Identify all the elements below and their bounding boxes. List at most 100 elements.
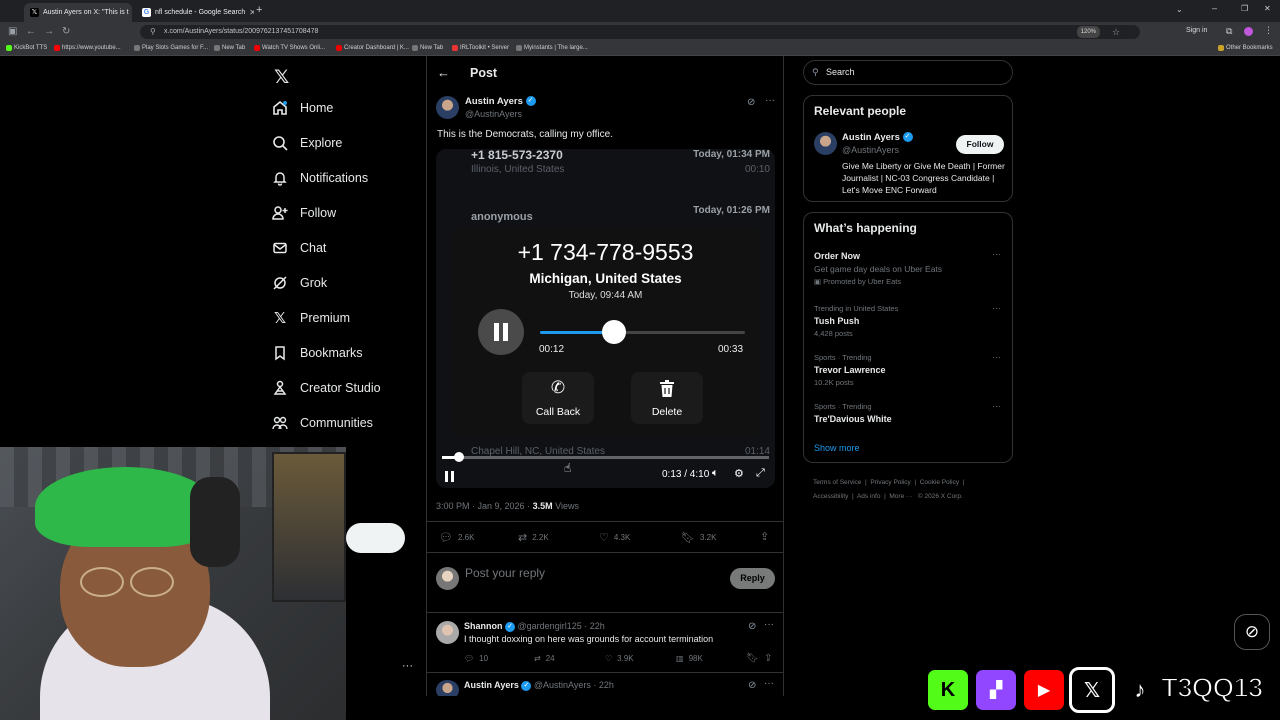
video-player[interactable]: +1 815-573-2370 Illinois, United States … [436,149,775,488]
close-tab-icon[interactable]: ✕ [249,8,254,17]
footer-link[interactable]: Privacy Policy [870,479,910,486]
repost-action[interactable]: ⇄ 2.2K [518,531,549,544]
bookmark-item[interactable]: https://www.youtube... [54,45,121,51]
nav-item-premium[interactable]: 𝕏 Premium [272,310,350,327]
like-action[interactable]: ♡ 4.3K [599,531,630,544]
nav-item-creator-studio[interactable]: Creator Studio [272,380,381,396]
bookmark-item[interactable]: Creator Dashboard | K... [336,45,409,51]
like-action[interactable]: ♡ 3.9K [605,654,634,663]
more-options-icon[interactable]: ··· [764,619,774,630]
share-icon[interactable]: ⇪ [760,530,769,543]
footer-link[interactable]: More ··· [889,493,912,500]
relevant-handle[interactable]: @AustinAyers [842,145,899,155]
close-window-icon[interactable]: ✕ [1264,4,1271,13]
search-input[interactable]: ⚲ Search [803,60,1013,85]
bookmark-item[interactable]: Play Slots Games for F... [134,45,208,51]
bookmark-item[interactable]: KickBot TTS [6,45,47,51]
post-timestamp[interactable]: 3:00 PM · Jan 9, 2026 · [436,501,530,511]
trend-item[interactable]: Sports · Trending Tre'Davious White [814,402,1004,424]
trend-item[interactable]: Sports · Trending Trevor Lawrence 10.2K … [814,353,1004,387]
show-more-link[interactable]: Show more [814,443,860,453]
nav-item-notifications[interactable]: Notifications [272,170,368,186]
reply-avatar[interactable] [436,621,459,644]
share-icon[interactable]: ⇪ [764,653,772,664]
back-icon[interactable]: ← [26,26,36,37]
pause-button[interactable] [478,309,524,355]
volume-icon[interactable]: 🔈︎ [712,467,719,480]
reply-author[interactable]: Austin Ayers [464,680,519,690]
reload-icon[interactable]: ↻ [62,26,70,37]
tab-search-icon[interactable]: ⌄ [1176,5,1183,14]
trend-item[interactable]: Trending in United States Tush Push 4,42… [814,304,1004,338]
footer-link[interactable]: Cookie Policy [920,479,959,486]
maximize-icon[interactable]: ❐ [1241,4,1248,13]
nav-item-bookmarks[interactable]: Bookmarks [272,345,363,361]
footer-link[interactable]: Ads info [857,493,881,500]
bookmark-item[interactable]: IRLToolkit • Server [452,45,509,51]
video-scrubber-knob[interactable] [454,452,464,462]
sign-in-button[interactable]: Sign in [1186,27,1207,34]
settings-gear-icon[interactable]: ⚙ [734,467,744,480]
reply-handle[interactable]: @AustinAyers · 22h [534,680,614,690]
back-arrow-icon[interactable]: ← [437,65,450,80]
user-avatar[interactable] [436,567,459,590]
reply-handle[interactable]: @gardengirl125 · 22h [518,621,605,631]
post-button[interactable] [346,523,405,553]
more-options-icon[interactable]: ··· [992,401,1001,411]
nav-item-home[interactable]: Home [272,100,333,116]
forward-icon[interactable]: → [44,26,54,37]
more-options-icon[interactable]: ··· [992,303,1001,313]
extensions-icon[interactable]: ⧉ [1226,26,1232,37]
address-bar[interactable]: ⚲ x.com/AustinAyers/status/2009762137451… [140,25,1140,39]
views-action[interactable]: ▥ 98K [676,654,703,663]
bookmark-item[interactable]: Watch TV Shows Onli... [254,45,325,51]
grok-icon[interactable]: ⊘ [747,97,755,108]
x-logo-icon[interactable]: 𝕏 [274,66,289,89]
grok-fab-icon[interactable]: ⊘ [1234,614,1270,650]
zoom-badge[interactable]: 120% [1076,26,1100,38]
bookmark-action[interactable]: 🔖︎ 3.2K [681,531,716,544]
menu-icon[interactable]: ⋮ [1264,25,1273,36]
call-audio-knob[interactable] [601,320,626,344]
reply-author[interactable]: Shannon [464,621,503,631]
nav-item-follow[interactable]: Follow [272,205,336,221]
relevant-avatar[interactable] [814,132,837,155]
trend-item[interactable]: Order Now Get game day deals on Uber Eat… [814,251,1004,286]
reply-action[interactable]: 💬︎ 10 [464,654,488,663]
minimize-icon[interactable]: – [1212,3,1217,13]
reply-input[interactable]: Post your reply [465,566,545,580]
grok-icon[interactable]: ⊘ [748,680,756,691]
reply-action[interactable]: 💬︎ 2.6K [439,531,474,544]
nav-item-communities[interactable]: Communities [272,415,373,431]
footer-link[interactable]: Terms of Service [813,479,861,486]
star-icon[interactable]: ☆ [1112,25,1120,39]
author-avatar[interactable] [436,96,459,119]
bookmark-item[interactable]: New Tab [412,45,443,51]
sidebar-toggle-icon[interactable]: ▣ [8,26,17,37]
relevant-name-row[interactable]: Austin Ayers ✓ [842,132,913,143]
reply-button[interactable]: Reply [730,568,775,589]
bookmark-item[interactable]: New Tab [214,45,245,51]
nav-item-grok[interactable]: Grok [272,275,327,291]
delete-button[interactable]: Delete [631,372,703,424]
new-tab-icon[interactable]: + [256,4,262,16]
nav-item-explore[interactable]: Explore [272,135,342,151]
video-pause-icon[interactable] [445,469,454,487]
grok-icon[interactable]: ⊘ [748,621,756,632]
account-more-icon[interactable]: ··· [402,660,413,672]
repost-action[interactable]: ⇄ 24 [534,654,555,663]
video-scrubber[interactable] [442,452,769,462]
footer-link[interactable]: Accessibility [813,493,848,500]
call-audio-slider[interactable] [540,320,745,344]
bookmark-item[interactable]: Myinstants | The large... [516,45,588,51]
more-options-icon[interactable]: ··· [764,678,774,689]
other-bookmarks[interactable]: Other Bookmarks [1218,45,1273,51]
more-options-icon[interactable]: ··· [992,352,1001,362]
author-handle[interactable]: @AustinAyers [465,109,522,119]
profile-avatar[interactable] [1244,27,1253,36]
call-back-button[interactable]: ✆ Call Back [522,372,594,424]
author-name-row[interactable]: Austin Ayers ✓ [465,96,536,107]
fullscreen-icon[interactable]: ⤢ [756,467,765,480]
follow-button[interactable]: Follow [956,135,1004,154]
more-options-icon[interactable]: ··· [765,95,775,106]
